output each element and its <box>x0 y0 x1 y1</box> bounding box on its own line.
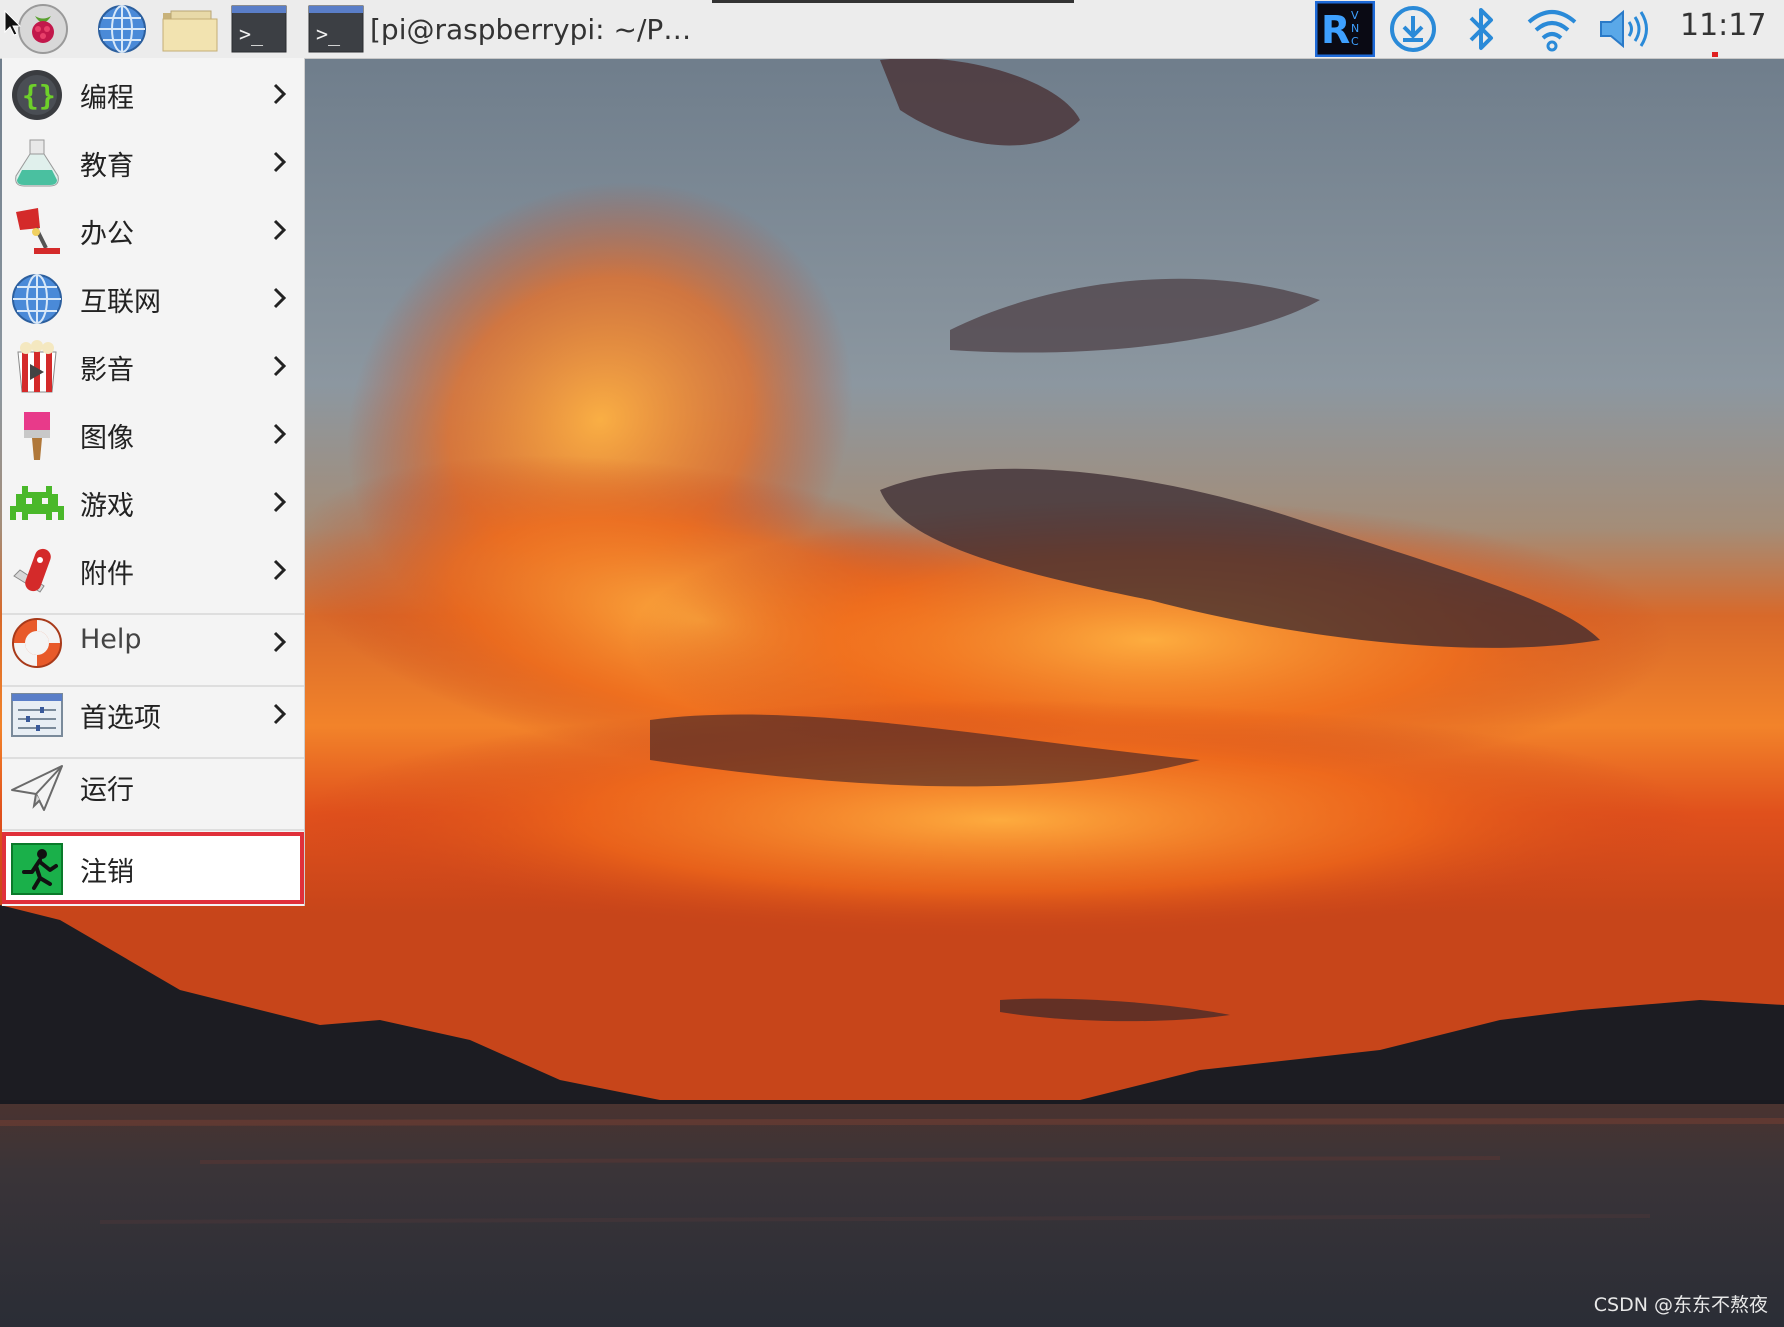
graphics-icon <box>24 412 50 460</box>
taskbar-window-button[interactable]: >_ [pi@raspberrypi: ~/P… <box>308 3 700 55</box>
web-browser-button[interactable] <box>94 2 150 56</box>
watermark: CSDN @东东不熬夜 <box>1593 1294 1768 1316</box>
wifi-button[interactable] <box>1522 2 1582 56</box>
accessories-icon <box>13 548 51 593</box>
menu-item-label: 附件 <box>80 559 134 590</box>
top-taskbar: >_ >_ [pi@raspberrypi: ~/P… R V N C 11:1… <box>0 0 1784 59</box>
menu-item-preferences[interactable]: 首选项 <box>2 680 304 748</box>
run-icon <box>11 765 63 811</box>
svg-text:C: C <box>1351 35 1359 48</box>
mouse-cursor-icon <box>4 9 22 40</box>
clock-indicator <box>1712 52 1718 57</box>
svg-text:N: N <box>1351 22 1359 35</box>
office-icon <box>16 208 60 254</box>
chevron-right-icon <box>273 703 287 725</box>
svg-text:{}: {} <box>22 79 56 112</box>
menu-item-label: 注销 <box>80 857 134 888</box>
application-menu: {} 编程 教育 办公 互联网 影音 图像 游戏 附件 Help 首选项 运行 … <box>2 58 305 906</box>
chevron-right-icon <box>273 423 287 445</box>
svg-text:>_: >_ <box>239 22 264 46</box>
menu-item-education[interactable]: 教育 <box>2 128 304 196</box>
menu-item-label: Help <box>80 624 142 655</box>
terminal-button[interactable]: >_ <box>230 2 288 56</box>
logout-icon <box>11 843 63 895</box>
sound-video-icon <box>17 340 57 393</box>
bluetooth-icon <box>1469 8 1493 50</box>
chevron-right-icon <box>273 151 287 173</box>
menu-item-run[interactable]: 运行 <box>2 752 304 820</box>
menu-item-programming[interactable]: {} 编程 <box>2 60 304 128</box>
menu-item-label: 游戏 <box>80 491 134 522</box>
preferences-icon <box>11 693 63 737</box>
menu-item-label: 影音 <box>80 355 134 386</box>
clock[interactable]: 11:17 <box>1680 8 1766 43</box>
education-icon <box>15 139 59 187</box>
volume-button[interactable] <box>1594 2 1654 56</box>
menu-item-label: 教育 <box>80 151 134 182</box>
menu-item-label: 办公 <box>80 219 134 250</box>
window-top-edge <box>712 0 1074 3</box>
chevron-right-icon <box>273 491 287 513</box>
update-icon <box>1390 6 1436 52</box>
games-icon <box>10 486 64 520</box>
menu-item-label: 运行 <box>80 775 134 806</box>
menu-item-logout[interactable]: 注销 <box>2 832 304 904</box>
wifi-icon <box>1527 10 1577 52</box>
file-manager-button[interactable] <box>160 2 220 56</box>
programming-icon: {} <box>12 70 62 120</box>
menu-item-sound-video[interactable]: 影音 <box>2 332 304 400</box>
chevron-right-icon <box>273 559 287 581</box>
svg-text:V: V <box>1351 9 1359 22</box>
menu-item-label: 首选项 <box>80 703 161 734</box>
volume-icon <box>1600 9 1648 49</box>
terminal-window-icon: >_ <box>308 5 364 53</box>
internet-icon <box>12 274 62 324</box>
menu-item-office[interactable]: 办公 <box>2 196 304 264</box>
chevron-right-icon <box>273 287 287 309</box>
chevron-right-icon <box>273 83 287 105</box>
web-browser-icon <box>98 5 146 53</box>
terminal-icon: >_ <box>231 5 287 53</box>
raspberry-menu-icon <box>18 4 68 54</box>
bluetooth-button[interactable] <box>1456 2 1506 56</box>
menu-item-accessories[interactable]: 附件 <box>2 536 304 604</box>
menu-separator <box>2 829 304 831</box>
update-button[interactable] <box>1386 2 1440 56</box>
chevron-right-icon <box>273 631 287 653</box>
help-icon <box>12 618 62 668</box>
menu-item-games[interactable]: 游戏 <box>2 468 304 536</box>
menu-item-internet[interactable]: 互联网 <box>2 264 304 332</box>
menu-item-label: 编程 <box>80 83 134 114</box>
menu-item-help[interactable]: Help <box>2 608 304 676</box>
svg-text:>_: >_ <box>316 22 341 46</box>
chevron-right-icon <box>273 219 287 241</box>
menu-item-label: 图像 <box>80 423 134 454</box>
svg-text:R: R <box>1321 8 1350 52</box>
file-manager-icon <box>162 10 218 52</box>
window-title: [pi@raspberrypi: ~/P… <box>370 12 692 46</box>
vnc-icon: R V N C <box>1315 1 1375 57</box>
menu-item-graphics[interactable]: 图像 <box>2 400 304 468</box>
chevron-right-icon <box>273 355 287 377</box>
vnc-button[interactable]: R V N C <box>1314 1 1376 57</box>
menu-item-label: 互联网 <box>80 287 161 318</box>
